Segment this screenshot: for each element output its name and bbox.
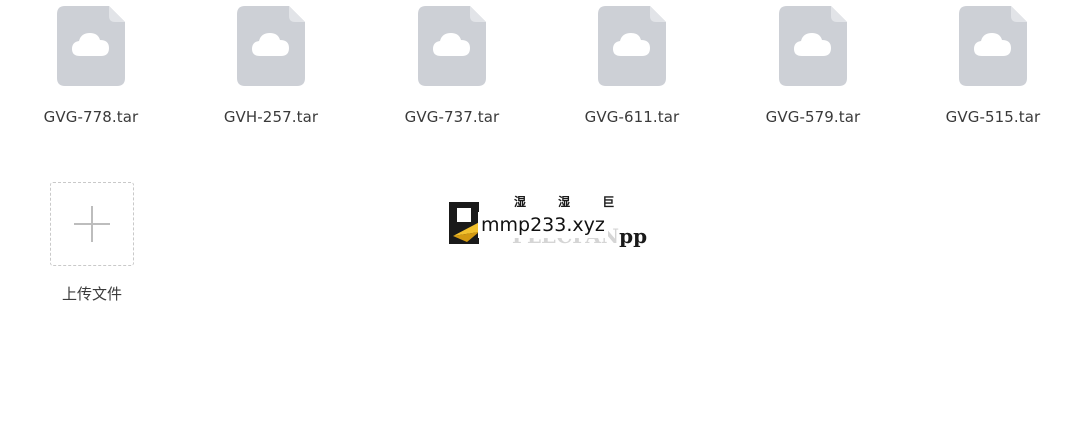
file-item[interactable]: GVG-611.tar [562,6,702,132]
upload-dropzone[interactable] [50,182,134,266]
file-name: GVG-611.tar [584,108,680,126]
file-browser: GVG-778.tar GVH-257.tar GVG-737.tar GVG-… [0,0,1080,447]
cloud-file-icon [959,6,1027,86]
upload-file-button[interactable]: 上传文件 [50,182,134,304]
file-name: GVG-778.tar [43,108,139,126]
file-name: GVG-737.tar [404,108,500,126]
watermark-bg-suffix: pp [619,224,648,248]
file-item[interactable]: GVG-515.tar [923,6,1063,132]
file-item[interactable]: GVH-257.tar [201,6,341,132]
cloud-file-icon [598,6,666,86]
cloud-file-icon [779,6,847,86]
cloud-file-icon [237,6,305,86]
watermark-top-text: 湿 湿 巨 [514,195,629,209]
plus-icon [74,206,110,242]
file-name: GVG-515.tar [945,108,1041,126]
cloud-file-icon [57,6,125,86]
file-name: GVH-257.tar [223,108,319,126]
upload-label: 上传文件 [61,285,122,303]
file-item[interactable]: GVG-778.tar [21,6,161,132]
file-name: GVG-579.tar [765,108,861,126]
cloud-file-icon [418,6,486,86]
file-item[interactable]: GVG-579.tar [743,6,883,132]
watermark-url: mmp233.xyz [478,212,608,238]
file-item[interactable]: GVG-737.tar [382,6,522,132]
